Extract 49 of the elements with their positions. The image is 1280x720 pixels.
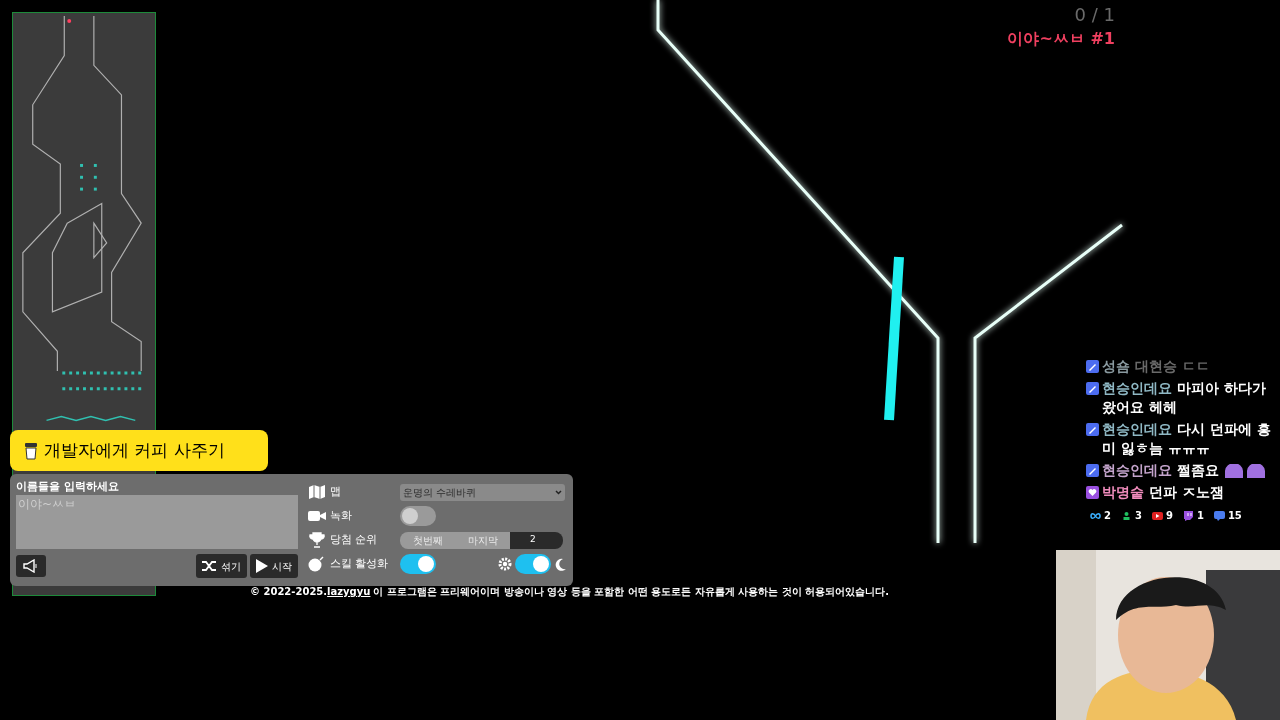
toggle-switch[interactable]	[400, 506, 436, 526]
viewer-count: 9	[1165, 509, 1173, 523]
megaphone-button[interactable]	[16, 555, 46, 577]
pen-badge-icon	[1086, 382, 1099, 395]
setting-label: 녹화	[330, 507, 352, 524]
license-text: 이 프로그램은 프리웨어이며 방송이나 영상 등을 포함한 어떤 용도로든 자유롭게 사용하는 것이 허용되어있습니다.	[373, 585, 889, 599]
play-logo-icon	[1151, 510, 1163, 521]
bomb-icon	[308, 556, 326, 572]
setting-label: 맵	[330, 483, 341, 500]
infinity-icon	[1090, 510, 1101, 521]
rank-input[interactable]: 2	[510, 531, 563, 549]
coffee-button[interactable]: 개발자에게 커피 사주기	[10, 430, 268, 471]
progress-counter: 0 / 1	[1074, 4, 1115, 26]
setting-label: 당첨 순위	[330, 531, 378, 548]
toggle-switch[interactable]	[515, 554, 551, 574]
shuffle-button[interactable]: 섞기	[196, 554, 247, 578]
chevron-icon	[555, 489, 562, 495]
pen-badge-icon	[1086, 464, 1099, 477]
emote-icon	[1222, 464, 1267, 478]
heart-badge-icon	[1086, 486, 1099, 499]
pen-badge-icon	[1086, 423, 1099, 436]
moon-icon	[554, 557, 566, 571]
settings-icon[interactable]	[498, 557, 512, 571]
chat-bubble-icon	[1182, 510, 1194, 521]
winner-label: 이야~ㅆㅂ #1	[1007, 28, 1115, 50]
trophy-icon	[308, 532, 326, 548]
chat-message: 현승인데요 마피아 하다가 왔어요 헤헤	[1102, 379, 1267, 417]
start-button[interactable]: 시작	[250, 554, 298, 578]
copyright-text: © 2022-2025.lazygyu	[250, 585, 371, 599]
viewer-count: 3	[1134, 509, 1142, 523]
viewer-count: 2	[1104, 509, 1111, 523]
shuffle-icon	[202, 560, 217, 572]
map-select[interactable]: 운명의 수레바퀴	[400, 483, 565, 501]
chat-icon	[1213, 510, 1225, 521]
chat-message: 현승인데요 쩔좀요	[1102, 461, 1267, 480]
chat-message: 현승인데요 다시 던파에 흥미 잃ㅎ늠 ㅠㅠㅠ	[1102, 420, 1272, 458]
chat-message: 박명숱 던파 ㅈ노잼	[1102, 483, 1224, 502]
viewer-count: 15	[1227, 509, 1242, 523]
coffee-cup-icon	[24, 441, 38, 460]
toggle-switch[interactable]	[400, 554, 436, 574]
pen-badge-icon	[1086, 360, 1099, 373]
play-icon	[256, 559, 268, 573]
video-camera-icon	[308, 509, 326, 523]
viewer-count: 1	[1196, 509, 1204, 523]
author-link[interactable]: lazygyu	[327, 586, 371, 597]
names-label: 이름들을 입력하세요	[16, 480, 120, 494]
setting-label: 스킬 활성화	[330, 555, 389, 572]
chat-message: 성숌 대현승 ㄷㄷ	[1102, 357, 1210, 376]
map-icon	[308, 484, 326, 500]
